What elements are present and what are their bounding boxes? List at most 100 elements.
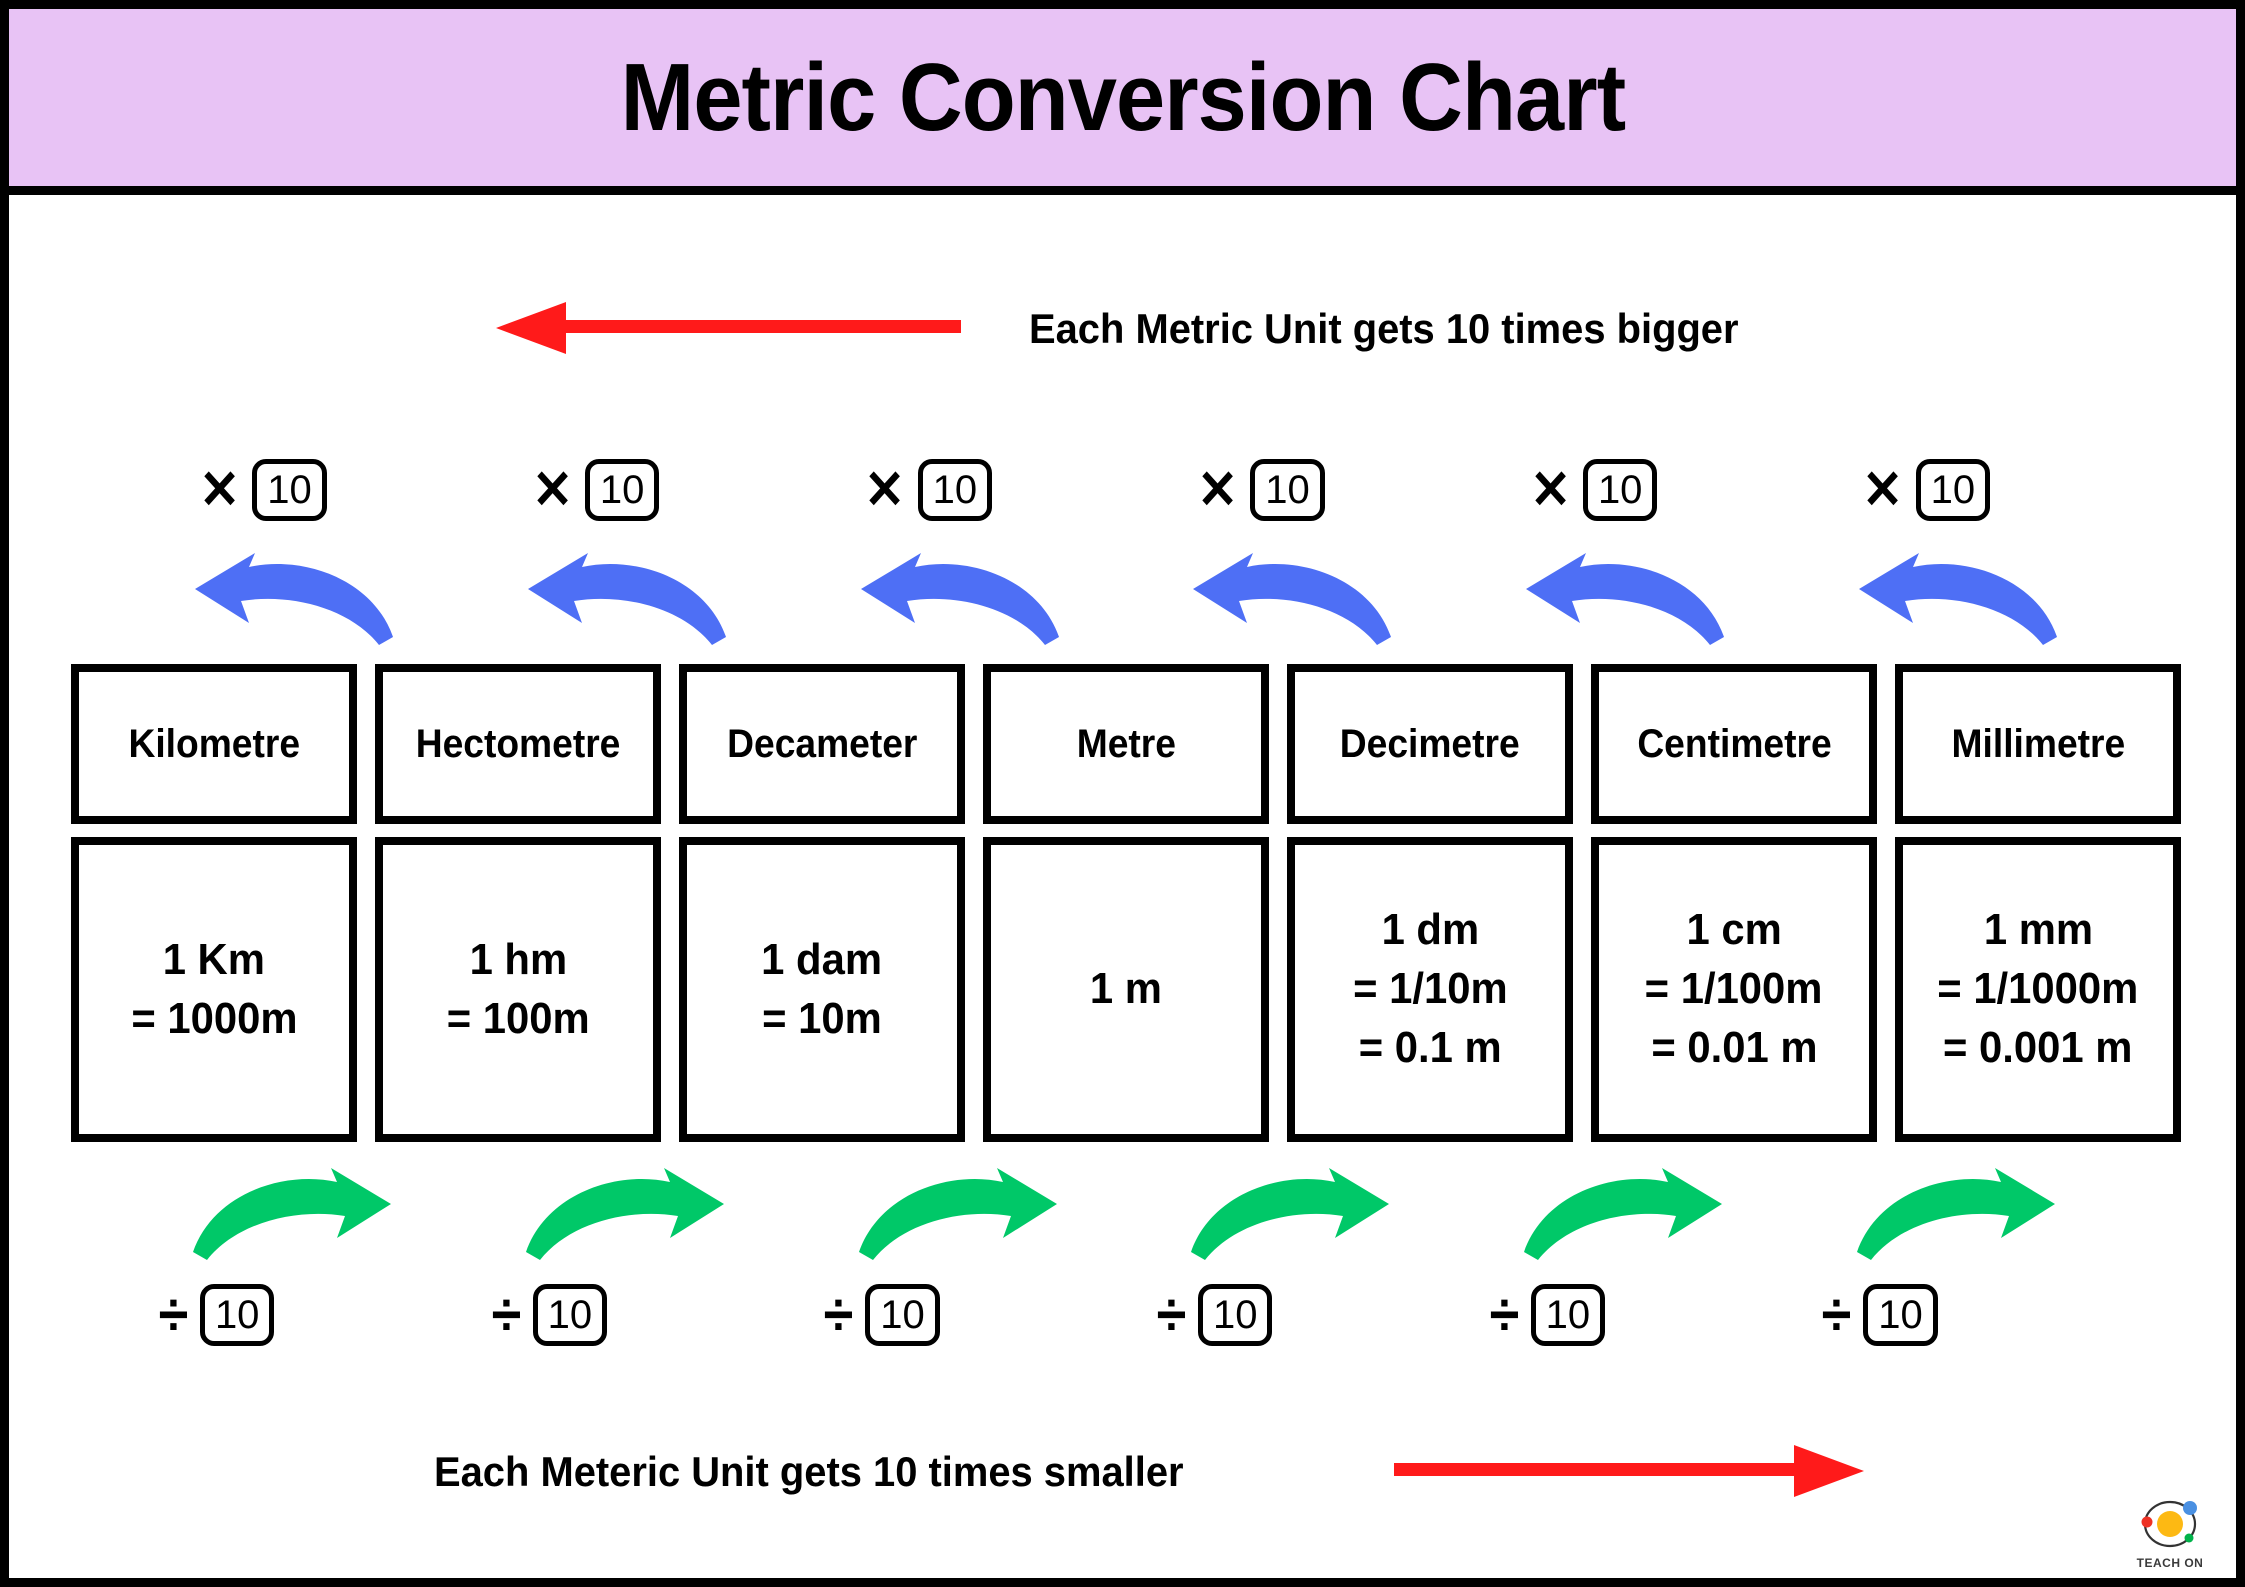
multiply-factor-box: 10 bbox=[252, 459, 327, 521]
divide-factor-box: 10 bbox=[1863, 1284, 1938, 1346]
blue-curved-arrow-left-icon bbox=[460, 544, 793, 654]
unit-value-row: 1 Km = 1000m 1 hm = 100m 1 dam = 10m 1 m… bbox=[71, 837, 2181, 1142]
value-line: = 10m bbox=[762, 993, 882, 1043]
value-box-decameter: 1 dam = 10m bbox=[679, 837, 965, 1142]
divide-operators-row: ÷ 10 ÷ 10 ÷ 10 ÷ 10 ÷ 10 ÷ 10 bbox=[127, 1274, 2123, 1356]
value-box-kilometre: 1 Km = 1000m bbox=[71, 837, 357, 1142]
divide-icon: ÷ bbox=[1822, 1281, 1852, 1348]
unit-box-decameter: Decameter bbox=[679, 664, 965, 824]
value-line: = 1/1000m bbox=[1937, 964, 2139, 1014]
unit-label: Centimetre bbox=[1636, 721, 1832, 766]
value-line: = 1/100m bbox=[1645, 964, 1823, 1014]
red-right-arrow-icon bbox=[1394, 1445, 1864, 1497]
teach-on-logo-icon bbox=[2141, 1500, 2197, 1548]
unit-label: Kilometre bbox=[128, 721, 300, 766]
blue-curved-arrow-left-icon bbox=[792, 544, 1125, 654]
divide-operator: ÷ 10 bbox=[792, 1274, 1125, 1356]
green-curved-arrow-right-icon bbox=[792, 1159, 1125, 1269]
divide-icon: ÷ bbox=[491, 1281, 521, 1348]
multiply-operator: ✕ 10 bbox=[1790, 449, 2123, 531]
value-box-hectometre: 1 hm = 100m bbox=[375, 837, 661, 1142]
unit-label: Decimetre bbox=[1340, 721, 1520, 766]
green-curved-arrows-row bbox=[127, 1159, 2123, 1269]
multiply-icon: ✕ bbox=[1197, 460, 1239, 520]
page-title: Metric Conversion Chart bbox=[620, 43, 1625, 151]
bottom-banner: Each Meteric Unit gets 10 times smaller bbox=[9, 1427, 2236, 1517]
poster-header: Metric Conversion Chart bbox=[9, 9, 2236, 195]
divide-icon: ÷ bbox=[158, 1281, 189, 1348]
value-line: = 100m bbox=[446, 993, 590, 1043]
value-line: = 1/10m bbox=[1352, 964, 1508, 1014]
value-line: = 0.1 m bbox=[1358, 1022, 1502, 1072]
divide-operator: ÷ 10 bbox=[1458, 1274, 1791, 1356]
blue-curved-arrow-left-icon bbox=[1458, 544, 1791, 654]
unit-label: Millimetre bbox=[1951, 721, 2125, 766]
green-curved-arrow-right-icon bbox=[460, 1159, 793, 1269]
divide-operator: ÷ 10 bbox=[460, 1274, 793, 1356]
value-line: 1 Km bbox=[162, 934, 266, 984]
divide-icon: ÷ bbox=[823, 1281, 854, 1348]
top-banner: Each Metric Unit gets 10 times bigger bbox=[9, 284, 2236, 374]
multiply-operator: ✕ 10 bbox=[460, 449, 793, 531]
green-curved-arrow-right-icon bbox=[1458, 1159, 1791, 1269]
unit-box-centimetre: Centimetre bbox=[1591, 664, 1877, 824]
teach-on-logo: TEACH ON bbox=[2122, 1474, 2218, 1570]
value-line: = 0.01 m bbox=[1650, 1022, 1818, 1072]
multiply-factor-box: 10 bbox=[1582, 459, 1658, 521]
blue-curved-arrow-left-icon bbox=[1125, 544, 1458, 654]
value-line: 1 hm bbox=[469, 934, 567, 984]
green-curved-arrow-right-icon bbox=[1790, 1159, 2123, 1269]
unit-name-row: Kilometre Hectometre Decameter Metre Dec… bbox=[71, 664, 2181, 824]
multiply-factor-box: 10 bbox=[1915, 459, 1991, 521]
unit-label: Decameter bbox=[726, 721, 918, 766]
divide-factor-box: 10 bbox=[1530, 1284, 1606, 1346]
multiply-factor-box: 10 bbox=[917, 459, 993, 521]
bottom-banner-text: Each Meteric Unit gets 10 times smaller bbox=[434, 1448, 1184, 1495]
red-left-arrow-icon bbox=[496, 302, 961, 354]
multiply-operator: ✕ 10 bbox=[1458, 449, 1791, 531]
value-box-centimetre: 1 cm = 1/100m = 0.01 m bbox=[1591, 837, 1877, 1142]
value-box-metre: 1 m bbox=[983, 837, 1269, 1142]
unit-box-hectometre: Hectometre bbox=[375, 664, 661, 824]
unit-box-millimetre: Millimetre bbox=[1895, 664, 2181, 824]
green-curved-arrow-right-icon bbox=[1125, 1159, 1458, 1269]
value-line: 1 dam bbox=[761, 934, 883, 984]
divide-icon: ÷ bbox=[1489, 1281, 1519, 1348]
multiply-operators-row: ✕ 10 ✕ 10 ✕ 10 ✕ 10 ✕ 10 ✕ 10 bbox=[127, 449, 2123, 531]
multiply-operator: ✕ 10 bbox=[1125, 449, 1458, 531]
value-line: 1 cm bbox=[1686, 905, 1782, 955]
value-line: 1 mm bbox=[1983, 905, 2093, 955]
divide-operator: ÷ 10 bbox=[127, 1274, 460, 1356]
value-box-decimetre: 1 dm = 1/10m = 0.1 m bbox=[1287, 837, 1573, 1142]
multiply-icon: ✕ bbox=[531, 460, 573, 520]
blue-curved-arrow-left-icon bbox=[1790, 544, 2123, 654]
unit-label: Metre bbox=[1076, 721, 1176, 766]
multiply-operator: ✕ 10 bbox=[127, 449, 460, 531]
multiply-icon: ✕ bbox=[1529, 460, 1571, 520]
multiply-icon: ✕ bbox=[1862, 460, 1904, 520]
blue-curved-arrows-row bbox=[127, 544, 2123, 654]
value-line: 1 dm bbox=[1381, 905, 1479, 955]
value-box-millimetre: 1 mm = 1/1000m = 0.001 m bbox=[1895, 837, 2181, 1142]
multiply-icon: ✕ bbox=[199, 460, 240, 520]
unit-label: Hectometre bbox=[415, 721, 621, 766]
unit-box-kilometre: Kilometre bbox=[71, 664, 357, 824]
multiply-factor-box: 10 bbox=[1250, 459, 1325, 521]
divide-factor-box: 10 bbox=[1197, 1284, 1273, 1346]
divide-factor-box: 10 bbox=[532, 1284, 608, 1346]
divide-operator: ÷ 10 bbox=[1790, 1274, 2123, 1356]
value-line: = 0.001 m bbox=[1943, 1022, 2133, 1072]
top-banner-text: Each Metric Unit gets 10 times bigger bbox=[1029, 305, 1739, 352]
metric-conversion-poster: Metric Conversion Chart Each Metric Unit… bbox=[0, 0, 2245, 1587]
multiply-factor-box: 10 bbox=[584, 459, 660, 521]
logo-text: TEACH ON bbox=[2136, 1556, 2204, 1570]
divide-factor-box: 10 bbox=[199, 1284, 275, 1346]
green-curved-arrow-right-icon bbox=[127, 1159, 460, 1269]
divide-operator: ÷ 10 bbox=[1125, 1274, 1458, 1356]
unit-box-decimetre: Decimetre bbox=[1287, 664, 1573, 824]
multiply-operator: ✕ 10 bbox=[792, 449, 1125, 531]
multiply-icon: ✕ bbox=[864, 460, 906, 520]
value-line: 1 m bbox=[1089, 964, 1163, 1014]
unit-box-metre: Metre bbox=[983, 664, 1269, 824]
blue-curved-arrow-left-icon bbox=[127, 544, 460, 654]
